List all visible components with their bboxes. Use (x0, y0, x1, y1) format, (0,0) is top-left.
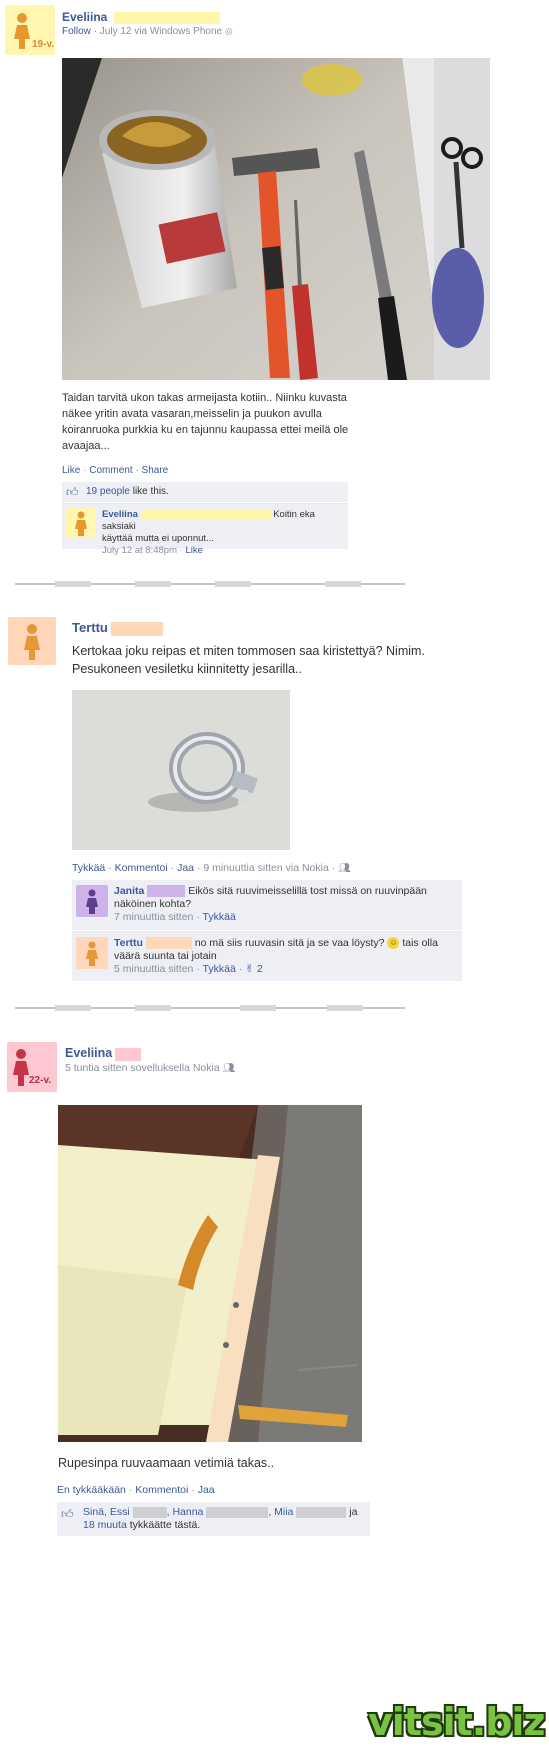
globe-icon: ◎ (224, 26, 233, 36)
post-text: Rupesinpa ruuvaamaan vetimiä takas.. (58, 1456, 275, 1470)
author-name[interactable]: Terttu (72, 620, 108, 635)
share-link[interactable]: Jaa (198, 1484, 215, 1496)
comment-link[interactable]: Kommentoi (115, 862, 168, 874)
name-redaction (114, 12, 221, 25)
post-text: Kertokaa joku reipas et miten tommosen s… (72, 644, 425, 676)
likes-more-link[interactable]: 18 muuta (83, 1519, 127, 1531)
age-badge: 22-v. (29, 1075, 52, 1086)
post-photo[interactable] (72, 690, 290, 850)
separator (15, 580, 405, 588)
avatar[interactable] (66, 508, 96, 538)
comment-time: July 12 at 8:48pm (102, 545, 177, 556)
friends-icon: 👥︎ (338, 863, 351, 874)
thumbs-up-icon: 👍︎ (61, 1507, 74, 1521)
share-link[interactable]: Jaa (177, 862, 194, 874)
likes-box: 👍︎ 19 people like this. (62, 482, 348, 502)
female-user-icon (24, 624, 40, 660)
name-redaction (206, 1506, 269, 1518)
likes-count[interactable]: 19 people (86, 486, 130, 497)
post-2: Terttu Kertokaa joku reipas et miten tom… (0, 600, 549, 1000)
post-1: 19-v. Eveliina Follow · July 12 via Wind… (0, 0, 549, 620)
female-user-icon (86, 941, 98, 966)
author-name[interactable]: Eveliina (65, 1046, 112, 1060)
comment: Terttu no mä siis ruuvasin sitä ja se va… (72, 931, 462, 981)
comment-author[interactable]: Terttu (114, 937, 143, 949)
comment-link[interactable]: Kommentoi (135, 1484, 188, 1496)
comment-like-link[interactable]: Tykkää (203, 911, 236, 923)
comment-like-link[interactable]: Like (185, 545, 202, 556)
name-redaction (145, 937, 192, 950)
avatar[interactable] (8, 617, 56, 665)
like-link[interactable]: Like (62, 465, 80, 476)
post-photo[interactable] (58, 1105, 362, 1442)
unlike-link[interactable]: En tykkääkään (57, 1484, 126, 1496)
name-redaction (115, 1047, 142, 1061)
comment: Janita Eikös sitä ruuvimeisselillä tost … (72, 880, 462, 930)
like-link[interactable]: Tykkää (72, 862, 105, 874)
post-text: Taidan tarvitä ukon takas armeijasta kot… (62, 392, 349, 452)
name-redaction (140, 509, 271, 520)
share-link[interactable]: Share (142, 465, 169, 476)
comment-like-count[interactable]: 2 (257, 963, 263, 975)
author-name[interactable]: Eveliina (62, 10, 107, 24)
name-redaction (147, 885, 186, 898)
comment-author[interactable]: Eveliina (102, 509, 138, 520)
thumbs-up-icon: 👍︎ (66, 485, 79, 499)
comment-time: 7 minuuttia sitten (114, 911, 194, 923)
name-redaction (296, 1506, 347, 1518)
name-redaction (110, 622, 163, 637)
female-user-icon (75, 511, 87, 536)
female-user-icon (86, 889, 98, 914)
age-badge: 19-v. (32, 39, 55, 50)
name-redaction (132, 1506, 167, 1518)
smiley-icon: ☺︎ (387, 937, 400, 950)
comment-link[interactable]: Comment (89, 465, 132, 476)
comment-like-link[interactable]: Tykkää (203, 963, 236, 975)
friends-icon: 👥︎ (222, 1063, 236, 1074)
avatar[interactable]: 19-v. (5, 5, 55, 55)
post-meta: · 9 minuuttia sitten via Nokia · (196, 862, 336, 874)
follow-link[interactable]: Follow (62, 26, 91, 37)
post-photo[interactable] (62, 58, 490, 380)
avatar[interactable]: 22-v. (7, 1042, 57, 1092)
post-date: · July 12 via Windows Phone (93, 26, 223, 37)
separator (15, 1004, 405, 1012)
post-3: 22-v. Eveliina 5 tuntia sitten sovelluks… (0, 1030, 549, 1756)
watermark-logo: vitsit.biz (368, 1700, 546, 1744)
post-meta: 5 tuntia sitten sovelluksella Nokia (65, 1062, 220, 1074)
likes-box: 👍︎ Sinä, Essi , Hanna , Miia ja 18 muuta… (57, 1502, 370, 1536)
comment-author[interactable]: Janita (114, 885, 144, 897)
comment: Eveliina Koitin eka saksiaki käyttää mut… (62, 503, 348, 556)
avatar[interactable] (76, 937, 108, 969)
avatar[interactable] (76, 885, 108, 917)
comment-time: 5 minuuttia sitten (114, 963, 194, 975)
thumbs-up-icon: ✌︎ (245, 963, 254, 975)
